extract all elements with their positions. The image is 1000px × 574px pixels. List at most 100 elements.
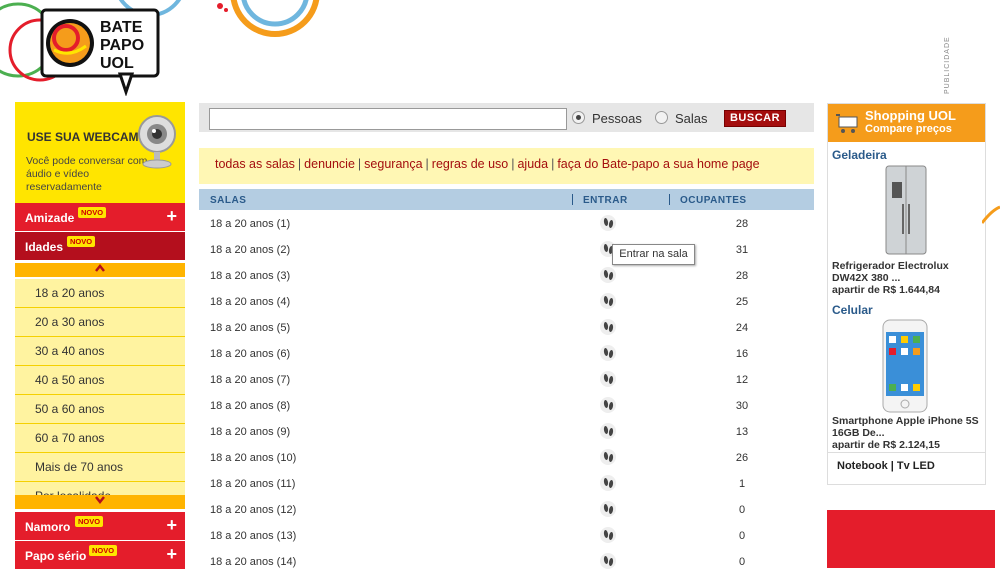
fridge-image[interactable] [884, 164, 928, 258]
category-phone[interactable]: Celular [832, 303, 873, 317]
radio-rooms-label[interactable]: Salas [675, 111, 708, 126]
age-item[interactable]: 50 a 60 anos [15, 395, 185, 424]
footsteps-icon[interactable] [600, 527, 616, 543]
menu-namoro[interactable]: Namoro NOVO + [15, 512, 185, 540]
occupant-count: 12 [735, 374, 749, 386]
table-row[interactable]: 18 a 20 anos (3) 28 [199, 262, 814, 288]
occupant-count: 0 [738, 530, 746, 542]
age-item[interactable]: 40 a 50 anos [15, 366, 185, 395]
expand-icon[interactable]: + [166, 544, 177, 565]
shopping-subtitle: Compare preços [865, 123, 952, 135]
radio-people[interactable] [572, 111, 585, 124]
table-row[interactable]: 18 a 20 anos (4) 25 [199, 288, 814, 314]
footsteps-icon[interactable] [600, 449, 616, 465]
room-name[interactable]: 18 a 20 anos (10) [210, 452, 296, 464]
age-list: 18 a 20 anos 20 a 30 anos 30 a 40 anos 4… [15, 279, 185, 495]
link-all-rooms[interactable]: todas as salas [215, 148, 295, 181]
chevron-down-icon [95, 496, 105, 505]
shopping-header[interactable]: Shopping UOL Compare preços [828, 104, 985, 142]
bate-papo-logo[interactable]: BATE PAPO UOL [40, 8, 160, 97]
cart-icon [836, 114, 858, 133]
advertising-label: PUBLICIDADE [944, 36, 951, 94]
occupant-count: 31 [735, 244, 749, 256]
chevron-up-icon [95, 263, 105, 272]
room-name[interactable]: 18 a 20 anos (3) [210, 270, 290, 282]
age-item[interactable]: 20 a 30 anos [15, 308, 185, 337]
scroll-up-arrow[interactable] [15, 263, 185, 277]
table-row[interactable]: 18 a 20 anos (7) 12 [199, 366, 814, 392]
webcam-title: USE SUA WEBCAM! [27, 130, 143, 144]
footsteps-icon[interactable] [600, 371, 616, 387]
room-name[interactable]: 18 a 20 anos (11) [210, 478, 295, 490]
room-name[interactable]: 18 a 20 anos (14) [210, 556, 296, 568]
scroll-down-arrow[interactable] [15, 495, 185, 509]
table-row[interactable]: 18 a 20 anos (13) 0 [199, 522, 814, 548]
age-item[interactable]: 18 a 20 anos [15, 279, 185, 308]
expand-icon[interactable]: + [166, 206, 177, 227]
expand-icon[interactable]: + [166, 515, 177, 536]
link-help[interactable]: ajuda [517, 148, 548, 181]
search-input[interactable] [209, 108, 567, 130]
room-name[interactable]: 18 a 20 anos (9) [210, 426, 290, 438]
search-button[interactable]: BUSCAR [724, 110, 786, 127]
menu-idades[interactable]: Idades NOVO [15, 232, 185, 260]
table-row[interactable]: 18 a 20 anos (1) 28 [199, 210, 814, 236]
footsteps-icon[interactable] [600, 501, 616, 517]
link-rules[interactable]: regras de uso [432, 148, 508, 181]
footsteps-icon[interactable] [600, 553, 616, 569]
footsteps-icon[interactable] [600, 293, 616, 309]
room-name[interactable]: 18 a 20 anos (12) [210, 504, 296, 516]
table-row[interactable]: 18 a 20 anos (11) 1 [199, 470, 814, 496]
product-price[interactable]: apartir de R$ 1.644,84 [832, 284, 940, 296]
room-name[interactable]: 18 a 20 anos (4) [210, 296, 290, 308]
category-fridge[interactable]: Geladeira [832, 148, 887, 162]
footsteps-icon[interactable] [600, 475, 616, 491]
link-report[interactable]: denuncie [304, 148, 355, 181]
radio-rooms[interactable] [655, 111, 668, 124]
link-security[interactable]: segurança [364, 148, 422, 181]
table-row[interactable]: 18 a 20 anos (9) 13 [199, 418, 814, 444]
table-row[interactable]: 18 a 20 anos (6) 16 [199, 340, 814, 366]
webcam-promo[interactable]: USE SUA WEBCAM! Você pode conversar com … [15, 102, 185, 203]
footsteps-icon[interactable] [600, 423, 616, 439]
age-item[interactable]: 30 a 40 anos [15, 337, 185, 366]
room-name[interactable]: 18 a 20 anos (6) [210, 348, 290, 360]
phone-image[interactable] [880, 318, 930, 414]
enter-room-tooltip: Entrar na sala [612, 244, 695, 265]
age-item[interactable]: Mais de 70 anos [15, 453, 185, 482]
ad-banner[interactable] [827, 510, 995, 568]
new-badge: NOVO [78, 207, 107, 218]
product-name[interactable]: Smartphone Apple iPhone 5S 16GB De... [832, 415, 982, 439]
table-row[interactable]: 18 a 20 anos (10) 26 [199, 444, 814, 470]
link-homepage[interactable]: faça do Bate-papo a sua home page [557, 148, 759, 181]
room-name[interactable]: 18 a 20 anos (8) [210, 400, 290, 412]
table-row[interactable]: 18 a 20 anos (14) 0 [199, 548, 814, 574]
room-name[interactable]: 18 a 20 anos (7) [210, 374, 290, 386]
room-name[interactable]: 18 a 20 anos (13) [210, 530, 296, 542]
product-price[interactable]: apartir de R$ 2.124,15 [832, 439, 940, 451]
table-row[interactable]: 18 a 20 anos (5) 24 [199, 314, 814, 340]
menu-papo-serio-label: Papo sério [25, 549, 87, 563]
occupant-count: 30 [735, 400, 749, 412]
room-name[interactable]: 18 a 20 anos (2) [210, 244, 290, 256]
shopping-links[interactable]: Notebook | Tv LED [837, 460, 935, 472]
footsteps-icon[interactable] [600, 345, 616, 361]
age-item[interactable]: Por localidade [15, 482, 185, 495]
menu-papo-serio[interactable]: Papo sério NOVO + [15, 541, 185, 569]
radio-people-label[interactable]: Pessoas [592, 111, 642, 126]
footsteps-icon[interactable] [600, 267, 616, 283]
footsteps-icon[interactable] [600, 319, 616, 335]
table-row[interactable]: 18 a 20 anos (12) 0 [199, 496, 814, 522]
product-name[interactable]: Refrigerador Electrolux DW42X 380 ... [832, 260, 982, 284]
table-row[interactable]: 18 a 20 anos (8) 30 [199, 392, 814, 418]
footsteps-icon[interactable] [600, 215, 616, 231]
left-sidebar: USE SUA WEBCAM! Você pode conversar com … [15, 102, 185, 569]
new-badge: NOVO [89, 545, 118, 556]
table-row[interactable]: 18 a 20 anos (2) 31 [199, 236, 814, 262]
footsteps-icon[interactable] [600, 397, 616, 413]
room-name[interactable]: 18 a 20 anos (1) [210, 218, 290, 230]
logo-text-1: BATE [100, 19, 143, 36]
menu-amizade[interactable]: Amizade NOVO + [15, 203, 185, 231]
age-item[interactable]: 60 a 70 anos [15, 424, 185, 453]
room-name[interactable]: 18 a 20 anos (5) [210, 322, 290, 334]
